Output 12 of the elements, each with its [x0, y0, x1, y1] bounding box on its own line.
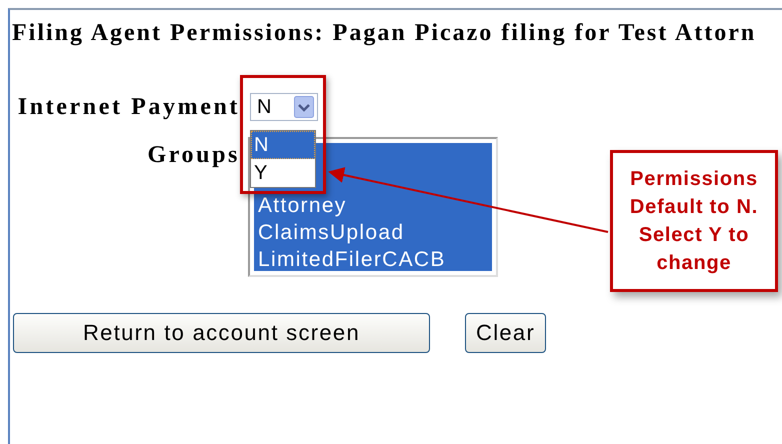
- list-item[interactable]: LimitedFilerCACB: [254, 246, 446, 273]
- field-label: Groups: [147, 141, 240, 169]
- field-label: Internet Payment: [18, 93, 240, 121]
- callout-note: Permissions Default to N. Select Y to change: [610, 150, 778, 292]
- page-title: Filing Agent Permissions: Pagan Picazo filing for Test Attorn: [11, 19, 758, 47]
- chevron-down-icon: [294, 96, 314, 118]
- dropdown-option[interactable]: N: [251, 131, 315, 159]
- list-item[interactable]: ClaimsUpload: [254, 219, 404, 246]
- list-item[interactable]: Attorney: [254, 192, 347, 219]
- dropdown[interactable]: N: [250, 93, 318, 121]
- clear-button[interactable]: Clear: [465, 313, 546, 353]
- return-button[interactable]: Return to account screen: [13, 313, 430, 353]
